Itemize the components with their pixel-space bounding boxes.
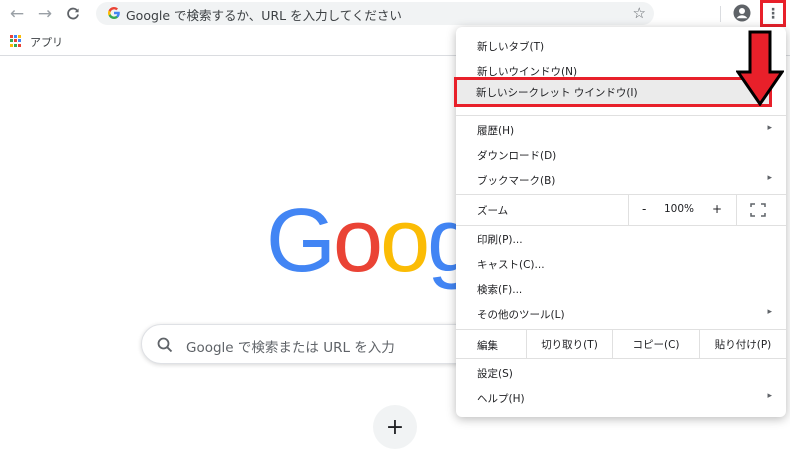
edit-label: 編集 [477,340,498,352]
paste-button[interactable]: 貼り付け(P) [699,330,786,358]
down-arrow-annotation-icon [736,30,784,106]
back-button[interactable]: ← [6,3,28,25]
menu-item-label: その他のツール(L) [477,309,565,321]
reload-icon [67,7,79,20]
omnibox[interactable]: Google で検索するか、URL を入力してください ☆ [96,2,654,25]
search-box[interactable]: Google で検索または URL を入力 [141,324,481,364]
menu-item-bookmarks[interactable]: ブックマーク(B) ▸ [456,168,786,192]
forward-button[interactable]: → [34,3,56,25]
forward-arrow-icon: → [37,4,53,24]
add-shortcut-button[interactable]: + [373,405,417,449]
menu-item-label: ヘルプ(H) [477,393,525,405]
menu-item-cast[interactable]: キャスト(C)... [456,252,786,276]
kebab-menu-button[interactable]: ⋮ [760,0,786,27]
profile-icon[interactable] [733,4,751,22]
menu-item-history[interactable]: 履歴(H) ▸ [456,118,786,142]
chevron-right-icon: ▸ [767,123,772,133]
menu-item-help[interactable]: ヘルプ(H) ▸ [456,386,786,410]
zoom-divider [736,195,737,225]
copy-button[interactable]: コピー(C) [612,330,699,358]
menu-divider [456,225,786,226]
cut-label: 切り取り(T) [541,338,598,351]
google-g-icon [107,7,120,20]
menu-item-label: 検索(F)... [477,284,523,296]
menu-item-label: 履歴(H) [477,125,515,137]
menu-item-label: 新しいシークレット ウインドウ(I) [476,87,638,99]
zoom-level: 100% [664,203,695,215]
search-placeholder: Google で検索または URL を入力 [186,340,395,356]
logo-letter: o [333,191,383,291]
edit-row: 編集 切り取り(T) コピー(C) 貼り付け(P) [456,330,786,358]
menu-item-label: 設定(S) [477,368,513,380]
apps-grid-icon[interactable] [10,35,22,47]
search-icon [157,337,173,353]
browser-toolbar: ← → Google で検索するか、URL を入力してください ☆ ⋮ [0,0,790,28]
menu-item-find[interactable]: 検索(F)... [456,277,786,301]
plus-icon: + [385,414,405,440]
paste-label: 貼り付け(P) [714,338,772,351]
zoom-label: ズーム [477,205,509,217]
menu-item-label: ブックマーク(B) [477,175,556,187]
toolbar-divider [720,6,721,22]
menu-item-label: キャスト(C)... [477,259,545,271]
chevron-right-icon: ▸ [767,307,772,317]
back-arrow-icon: ← [9,4,25,24]
zoom-row: ズーム - 100% + [456,195,786,225]
omnibox-placeholder: Google で検索するか、URL を入力してください [126,8,402,23]
menu-item-downloads[interactable]: ダウンロード(D) [456,143,786,167]
menu-item-label: 印刷(P)... [477,234,523,246]
zoom-in-button[interactable]: + [712,202,722,216]
logo-letter: o [380,191,430,291]
menu-item-new-incognito-window[interactable]: 新しいシークレット ウインドウ(I) [454,77,772,107]
chevron-right-icon: ▸ [767,173,772,183]
star-icon[interactable]: ☆ [633,4,646,22]
copy-label: コピー(C) [632,338,680,351]
menu-item-label: 新しいタブ(T) [477,41,545,53]
cut-button[interactable]: 切り取り(T) [526,330,612,358]
menu-divider [456,358,786,359]
menu-item-more-tools[interactable]: その他のツール(L) ▸ [456,302,786,326]
menu-item-label: ダウンロード(D) [477,150,557,162]
menu-divider [456,115,786,116]
fullscreen-icon[interactable] [750,203,766,217]
logo-letter: G [266,191,336,291]
zoom-divider [628,195,629,225]
reload-button[interactable] [62,3,84,25]
kebab-menu-icon: ⋮ [766,5,780,22]
chevron-right-icon: ▸ [767,391,772,401]
zoom-out-button[interactable]: - [642,202,646,216]
menu-item-settings[interactable]: 設定(S) [456,361,786,385]
google-logo: G o o g [266,191,477,291]
menu-item-print[interactable]: 印刷(P)... [456,227,786,251]
apps-shortcut[interactable]: アプリ [30,34,63,50]
